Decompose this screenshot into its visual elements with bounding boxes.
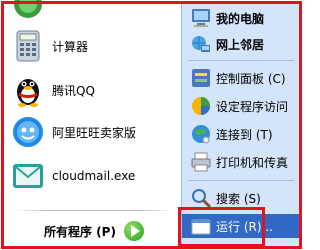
program-item-cloudmail[interactable]: cloudmail.exe	[4, 154, 180, 198]
green-arrow-icon	[123, 221, 144, 241]
run-icon	[190, 215, 212, 237]
menu-item-run[interactable]: 运行 (R)...	[182, 214, 300, 238]
menu-item-printers-faxes[interactable]: 打印机和传真	[182, 150, 300, 174]
menu-item-control-panel[interactable]: 控制面板 (C)	[182, 66, 300, 90]
program-label-qq: 腾讯QQ	[52, 83, 95, 98]
aliwangwang-icon	[10, 114, 46, 150]
places-pane: 我的电脑 网上邻居 控制面板 (C) 设定程序访问 连接到 (T) 打印机和传真…	[181, 4, 300, 246]
start-menu: 计算器 腾讯QQ 阿里旺旺卖家版 cloudmail.exe 所有程序 (P) …	[0, 0, 303, 250]
program-label-calculator: 计算器	[52, 39, 89, 54]
network-places-icon	[190, 33, 212, 55]
menu-item-program-access[interactable]: 设定程序访问	[182, 94, 300, 118]
menu-label-program-access: 设定程序访问	[216, 99, 289, 114]
menu-label-search: 搜索 (S)	[216, 191, 261, 206]
menu-item-connect-to[interactable]: 连接到 (T)	[182, 122, 300, 146]
program-label-aliwangwang: 阿里旺旺卖家版	[52, 125, 137, 140]
menu-divider	[188, 60, 294, 61]
menu-label-printers-faxes: 打印机和传真	[216, 155, 289, 170]
cloudmail-icon	[10, 158, 46, 194]
calculator-icon	[10, 28, 46, 64]
printer-fax-icon	[190, 151, 212, 173]
menu-label-my-computer: 我的电脑	[216, 11, 265, 26]
control-panel-icon	[190, 67, 212, 89]
qq-penguin-icon	[10, 72, 46, 108]
menu-divider	[14, 210, 174, 211]
menu-label-network-places: 网上邻居	[216, 37, 265, 52]
program-label-cloudmail: cloudmail.exe	[52, 169, 136, 183]
all-programs-label: 所有程序 (P)	[44, 224, 116, 239]
menu-item-search[interactable]: 搜索 (S)	[182, 186, 300, 210]
my-computer-icon	[190, 7, 212, 29]
menu-divider	[188, 180, 294, 181]
program-access-icon	[190, 95, 212, 117]
programs-pane: 计算器 腾讯QQ 阿里旺旺卖家版 cloudmail.exe 所有程序 (P)	[4, 0, 180, 246]
search-icon	[190, 187, 212, 209]
menu-label-run: 运行 (R)...	[216, 219, 273, 234]
program-item-top[interactable]	[4, 0, 180, 26]
menu-item-network-places[interactable]: 网上邻居	[182, 32, 300, 56]
menu-item-my-computer[interactable]: 我的电脑	[182, 6, 300, 30]
connect-to-icon	[190, 123, 212, 145]
program-item-calculator[interactable]: 计算器	[4, 24, 180, 68]
menu-label-connect-to: 连接到 (T)	[216, 127, 273, 142]
program-icon	[10, 0, 46, 22]
menu-label-control-panel: 控制面板 (C)	[216, 71, 286, 86]
program-item-qq[interactable]: 腾讯QQ	[4, 68, 180, 112]
program-item-aliwangwang[interactable]: 阿里旺旺卖家版	[4, 110, 180, 154]
all-programs-button[interactable]: 所有程序 (P)	[4, 216, 180, 246]
